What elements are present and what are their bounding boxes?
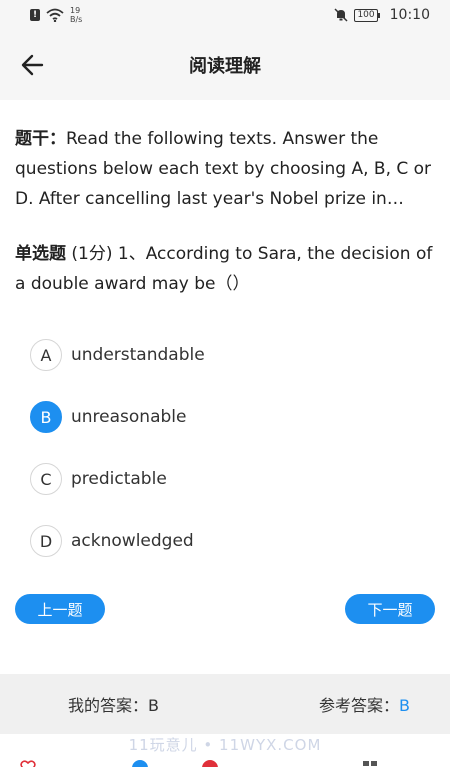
answer-bar: 我的答案：B 参考答案：B: [0, 674, 450, 734]
options-list: A understandable B unreasonable C predic…: [30, 324, 430, 572]
correct-count: [132, 760, 148, 767]
heart-icon: [20, 760, 36, 767]
network-speed: 19 B/s: [70, 6, 82, 24]
option-text: acknowledged: [71, 531, 194, 551]
status-left: ! 19 B/s: [30, 6, 82, 24]
previous-question-button[interactable]: 上一题: [15, 594, 105, 624]
arrow-left-icon: [21, 54, 44, 76]
stem-text: Read the following texts. Answer the que…: [15, 129, 432, 209]
mute-bell-icon: [334, 8, 348, 22]
option-letter: A: [30, 339, 62, 371]
correct-dot-icon: [132, 760, 148, 767]
option-text: understandable: [71, 345, 205, 365]
option-a[interactable]: A understandable: [30, 324, 430, 386]
question-score: (1分): [66, 244, 118, 264]
question-index[interactable]: [362, 760, 378, 767]
reference-answer: 参考答案：B: [319, 692, 410, 716]
stem-label: 题干：: [15, 129, 66, 149]
my-answer-value: B: [148, 696, 159, 715]
option-text: predictable: [71, 469, 167, 489]
my-answer-label: 我的答案：: [68, 696, 149, 715]
option-letter-selected: B: [30, 401, 62, 433]
grid-icon: [363, 761, 377, 766]
question-type: 单选题: [15, 244, 66, 264]
network-speed-unit: B/s: [70, 15, 83, 24]
watermark: 11玩意儿 • 11WYX.COM: [128, 736, 322, 754]
next-question-button[interactable]: 下一题: [345, 594, 435, 624]
notification-alert-icon: !: [30, 9, 40, 21]
stem-text-block: 题干：Read the following texts. Answer the …: [15, 124, 435, 214]
wrong-dot-icon: [202, 760, 218, 767]
back-button[interactable]: [18, 52, 48, 78]
option-letter: D: [30, 525, 62, 557]
bottom-toolbar: [0, 756, 450, 767]
page-title: 阅读理解: [189, 56, 261, 77]
option-b[interactable]: B unreasonable: [30, 386, 430, 448]
title-bar: 阅读理解: [0, 30, 450, 100]
battery-indicator: 100: [354, 8, 380, 22]
reference-answer-label: 参考答案：: [319, 696, 400, 715]
option-d[interactable]: D acknowledged: [30, 510, 430, 572]
my-answer: 我的答案：B: [68, 692, 159, 716]
clock: 10:10: [389, 7, 430, 23]
status-bar: ! 19 B/s 100 10:10: [0, 0, 450, 30]
reference-answer-value: B: [399, 696, 410, 715]
wifi-icon: [46, 8, 64, 22]
wrong-count: [202, 760, 218, 767]
question: 单选题 (1分) 1、According to Sara, the decisi…: [15, 239, 435, 299]
status-right: 100 10:10: [334, 7, 430, 23]
favorite-button[interactable]: [20, 760, 36, 767]
option-letter: C: [30, 463, 62, 495]
question-stem: 题干：Read the following texts. Answer the …: [15, 124, 435, 214]
option-text: unreasonable: [71, 407, 187, 427]
network-speed-value: 19: [70, 6, 81, 15]
option-c[interactable]: C predictable: [30, 448, 430, 510]
